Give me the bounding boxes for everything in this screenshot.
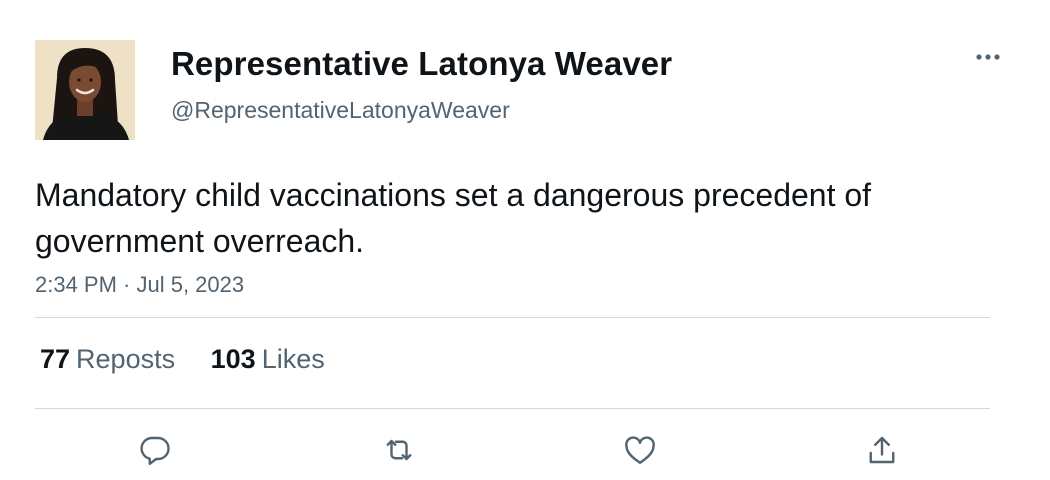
share-button[interactable]: [860, 428, 904, 472]
reposts-stat[interactable]: 77 Reposts: [40, 342, 175, 376]
reply-button[interactable]: [133, 428, 177, 472]
engagement-stats: 77 Reposts 103 Likes: [40, 342, 353, 376]
reposts-label: Reposts: [76, 344, 176, 374]
likes-count: 103: [210, 344, 256, 374]
more-horizontal-icon: [976, 54, 1000, 60]
tweet-timestamp[interactable]: 2:34 PM · Jul 5, 2023: [35, 271, 244, 299]
likes-stat[interactable]: 103 Likes: [211, 342, 325, 376]
likes-label: Likes: [261, 344, 325, 374]
avatar[interactable]: [35, 40, 135, 140]
repost-icon: [386, 439, 412, 461]
author-handle[interactable]: @RepresentativeLatonyaWeaver: [171, 96, 510, 124]
more-options-button[interactable]: [966, 44, 1010, 70]
like-icon: [625, 436, 655, 464]
like-button[interactable]: [618, 428, 662, 472]
divider: [35, 317, 990, 318]
reply-icon: [140, 436, 170, 465]
reposts-count: 77: [40, 344, 71, 374]
share-icon: [869, 436, 895, 464]
divider: [35, 408, 990, 409]
repost-button[interactable]: [377, 428, 421, 472]
avatar-image: [35, 40, 135, 140]
author-display-name[interactable]: Representative Latonya Weaver: [171, 44, 672, 84]
tweet-text: Mandatory child vaccinations set a dange…: [35, 177, 872, 259]
